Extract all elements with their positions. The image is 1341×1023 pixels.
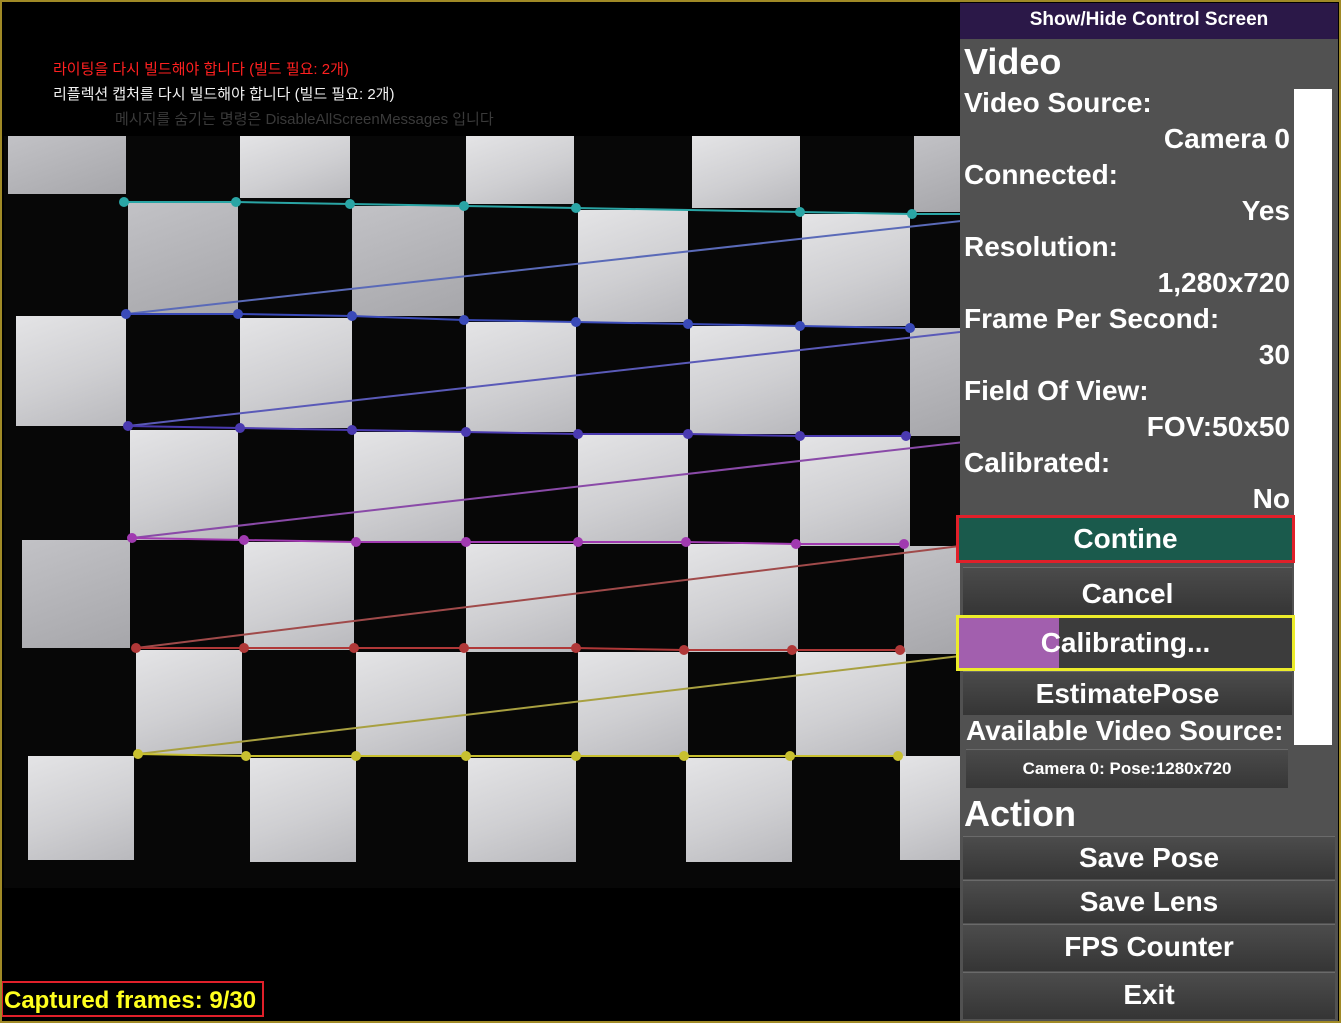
- cancel-button[interactable]: Cancel: [963, 567, 1292, 615]
- fov-label: Field Of View:: [964, 375, 1149, 406]
- show-hide-control-screen-button[interactable]: Show/Hide Control Screen: [960, 3, 1338, 39]
- estimate-pose-button[interactable]: EstimatePose: [963, 671, 1292, 715]
- calibration-corners-overlay: [119, 197, 960, 761]
- panel-scrollbar[interactable]: [1294, 89, 1332, 745]
- save-pose-button[interactable]: Save Pose: [963, 836, 1335, 879]
- calibrating-label: Calibrating...: [1040, 627, 1211, 658]
- camera-feed: [4, 136, 960, 888]
- fps-label: Frame Per Second:: [964, 303, 1220, 334]
- action-heading: Action: [964, 793, 1076, 834]
- video-source-option[interactable]: Camera 0: Pose:1280x720: [966, 749, 1288, 788]
- exit-button[interactable]: Exit: [963, 972, 1335, 1019]
- video-heading: Video: [964, 41, 1062, 82]
- camera-viewport: 라이팅을 다시 빌드해야 합니다 (빌드 필요: 2개) 리플렉션 캡처를 다시…: [0, 0, 960, 1023]
- contine-button[interactable]: Contine: [956, 515, 1295, 563]
- control-panel: Show/Hide Control Screen Video Video Sou…: [956, 3, 1338, 1021]
- calibrate-button[interactable]: Calibrating...: [956, 615, 1295, 671]
- corner-row-1: [121, 309, 915, 333]
- fps-value: 30: [1258, 339, 1290, 370]
- corner-row-2: [123, 421, 911, 441]
- resolution-label: Resolution:: [964, 231, 1118, 262]
- corner-row-4: [131, 643, 905, 655]
- calibrated-value: No: [1252, 483, 1290, 514]
- corner-row-5: [133, 749, 903, 761]
- hide-messages-hint: 메시지를 숨기는 명령은 DisableAllScreenMessages 입니…: [115, 111, 494, 128]
- video-source-label: Video Source:: [964, 87, 1152, 118]
- fov-value: FOV:50x50: [1146, 411, 1290, 442]
- corner-row-0: [119, 197, 960, 219]
- connected-value: Yes: [1241, 195, 1290, 226]
- captured-frames-counter: Captured frames: 9/30: [1, 981, 264, 1017]
- available-video-source-label: Available Video Source:: [966, 715, 1284, 746]
- fps-counter-button[interactable]: FPS Counter: [963, 924, 1335, 971]
- calibrated-label: Calibrated:: [964, 447, 1111, 478]
- video-source-value: Camera 0: [1163, 123, 1290, 154]
- connected-label: Connected:: [964, 159, 1118, 190]
- rebuild-lighting-message: 라이팅을 다시 빌드해야 합니다 (빌드 필요: 2개): [53, 61, 349, 78]
- rebuild-reflection-message: 리플렉션 캡처를 다시 빌드해야 합니다 (빌드 필요: 2개): [53, 86, 395, 103]
- corner-row-3: [127, 533, 909, 549]
- save-lens-button[interactable]: Save Lens: [963, 880, 1335, 923]
- resolution-value: 1,280x720: [1157, 267, 1290, 298]
